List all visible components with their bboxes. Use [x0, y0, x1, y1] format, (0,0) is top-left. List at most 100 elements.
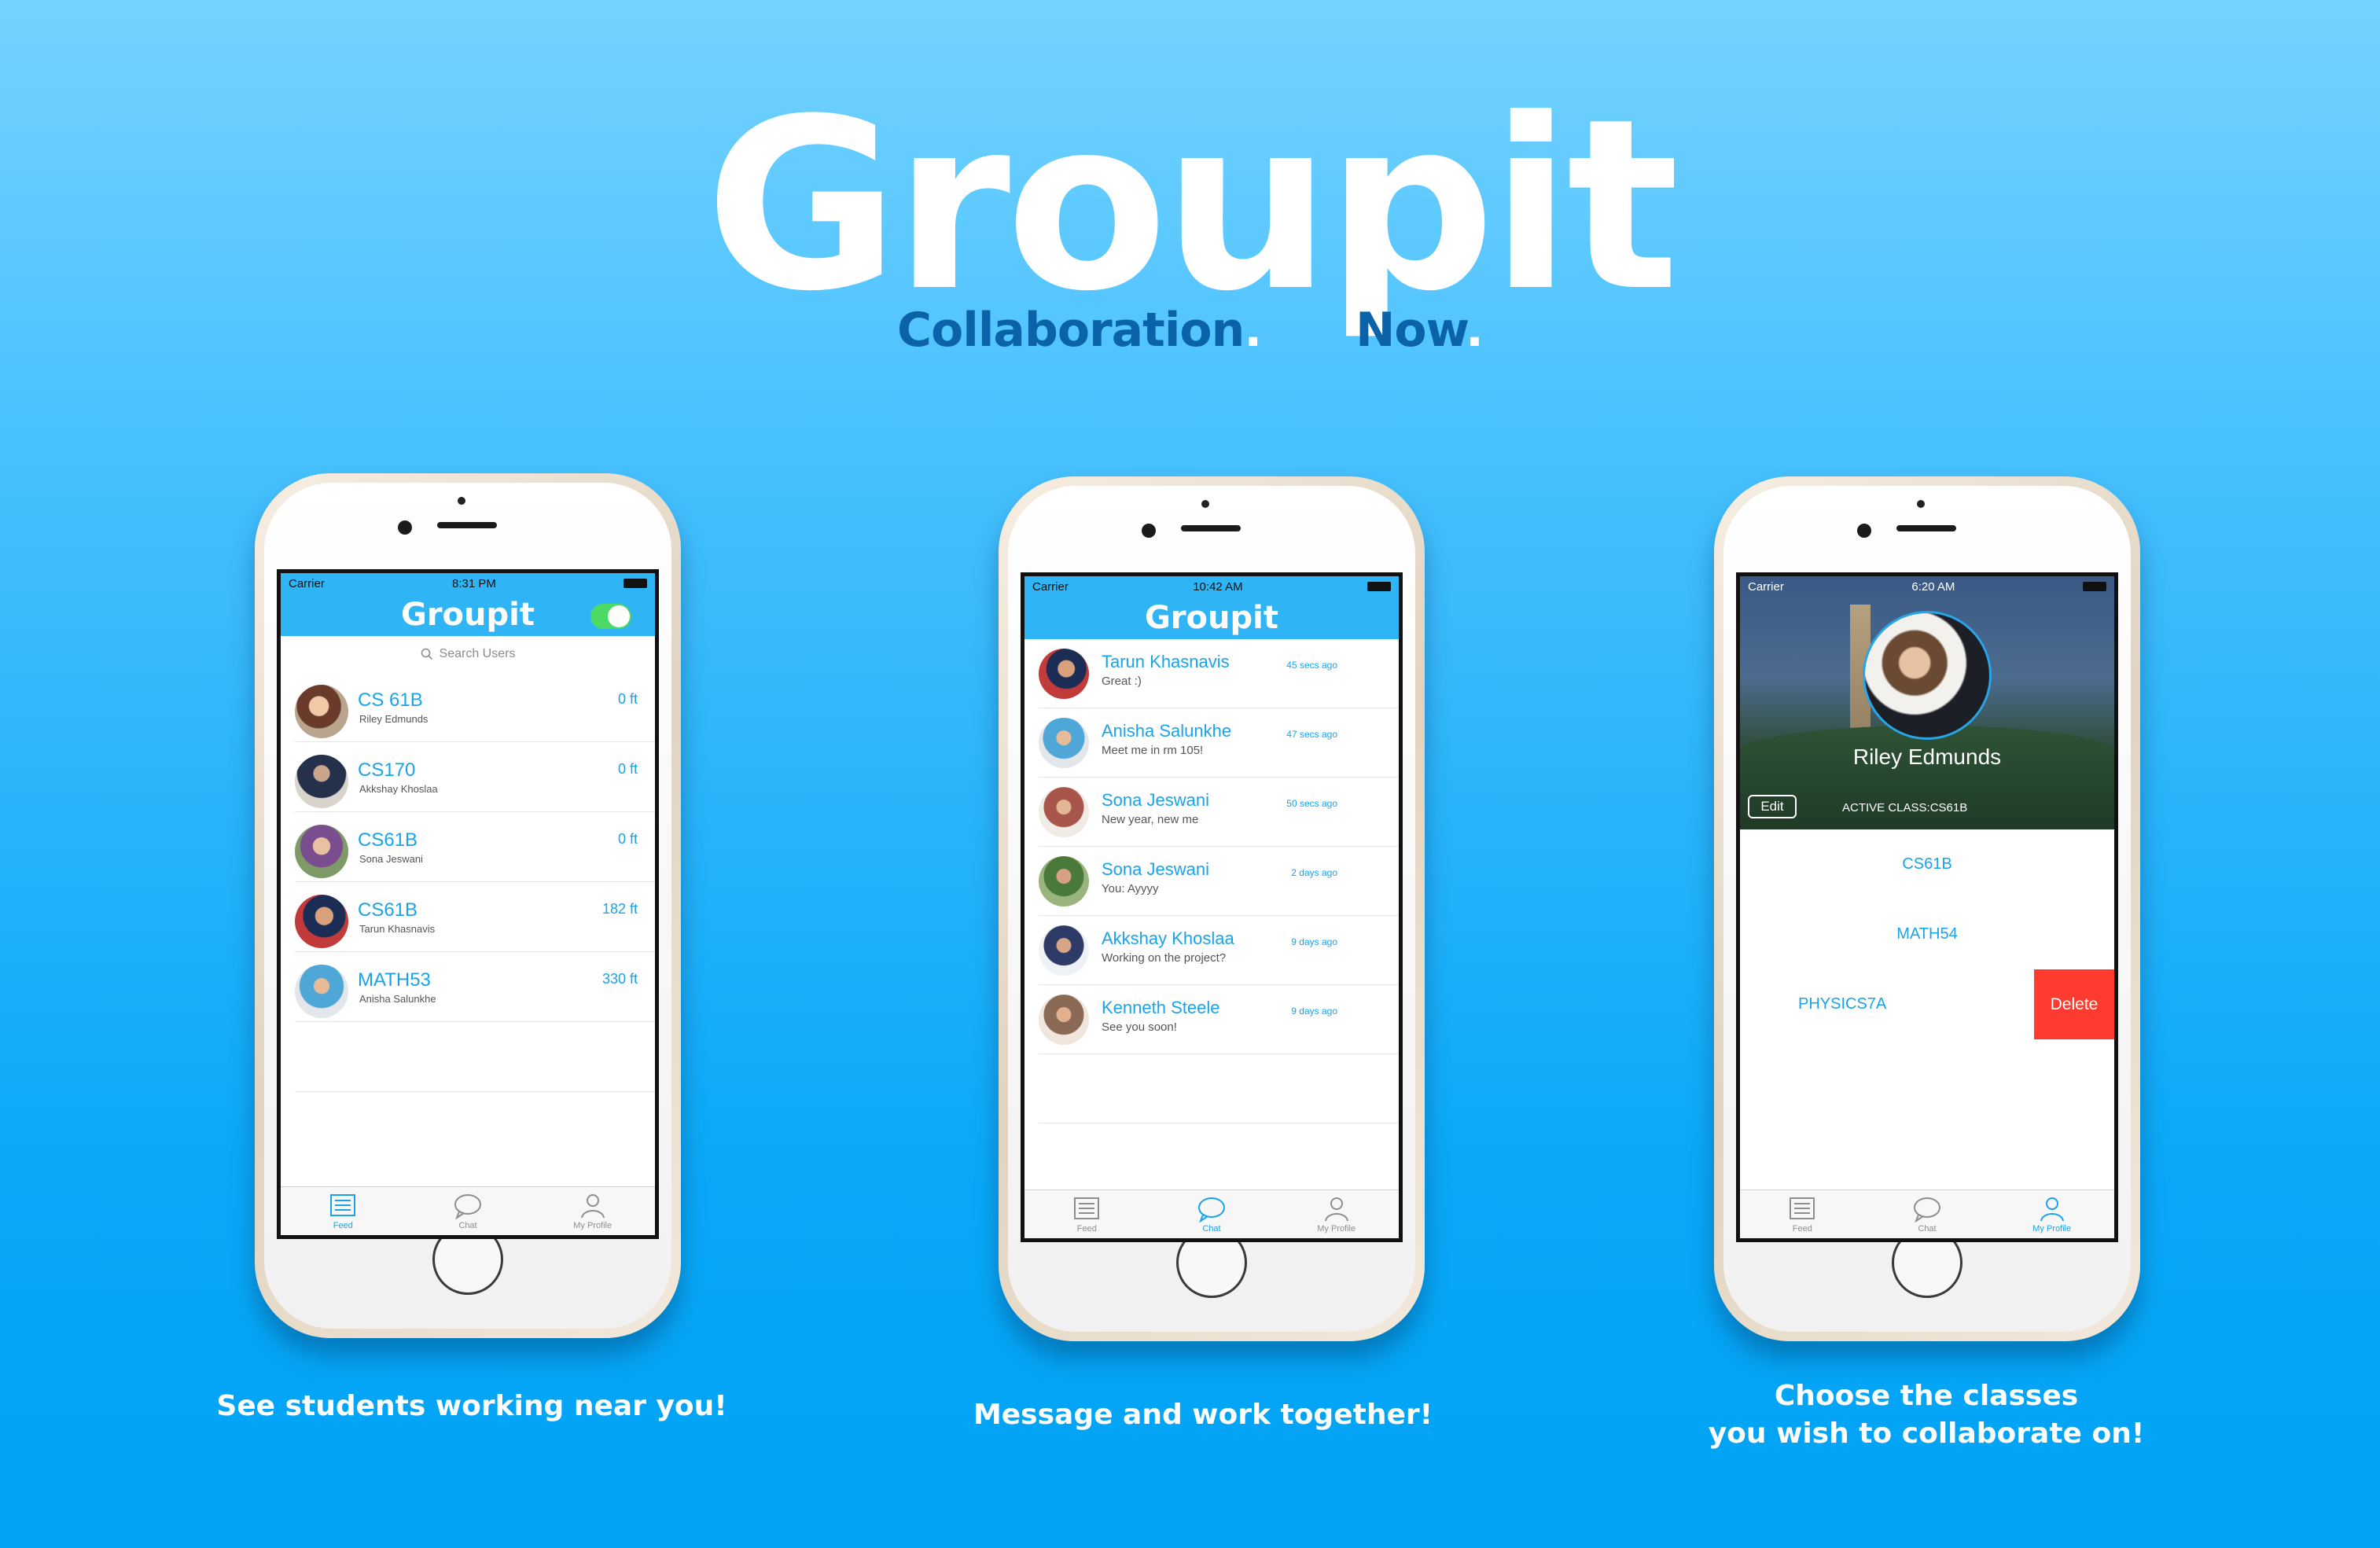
message-time: 47 secs ago — [1286, 729, 1337, 740]
last-message: Great :) — [1102, 675, 1142, 688]
student-name: Akkshay Khoslaa — [359, 783, 438, 795]
class-row[interactable]: MATH54 — [1740, 899, 2114, 969]
phone-camera — [1142, 524, 1156, 538]
avatar — [295, 825, 348, 878]
feed-row[interactable]: CS61B Sona Jeswani 0 ft — [295, 812, 655, 882]
phone-chat: Carrier 10:42 AM Groupit Tarun Khasnavis… — [999, 476, 1425, 1341]
tab-bar: Feed Chat My Profile — [1740, 1189, 2114, 1238]
tab-label: Chat — [1918, 1223, 1937, 1234]
avatar — [1039, 995, 1089, 1045]
feed-header: Carrier 8:31 PM Groupit — [281, 573, 655, 636]
tab-bar: Feed Chat My Profile — [1024, 1189, 1399, 1238]
student-name: Anisha Salunkhe — [359, 993, 436, 1005]
avatar — [295, 685, 348, 738]
carrier-label: Carrier — [1032, 579, 1069, 594]
avatar — [295, 965, 348, 1018]
feed-icon — [1074, 1197, 1100, 1219]
class-row[interactable]: PHYSICS7A Delete — [1740, 969, 2114, 1039]
class-name: CS61B — [1902, 855, 1952, 873]
avatar — [295, 895, 348, 948]
tab-feed[interactable]: Feed — [1740, 1190, 1865, 1238]
class-name: CS 61B — [358, 689, 423, 711]
profile-name: Riley Edmunds — [1852, 745, 2002, 769]
edit-button[interactable]: Edit — [1748, 795, 1797, 818]
profile-photo[interactable] — [1863, 611, 1992, 740]
tab-label: My Profile — [573, 1220, 612, 1230]
last-message: New year, new me — [1102, 813, 1199, 826]
phone-sensor — [1201, 500, 1209, 508]
caption-line: Choose the classes — [1774, 1380, 2079, 1412]
delete-button[interactable]: Delete — [2034, 969, 2114, 1039]
chat-row[interactable]: Anisha Salunkhe Meet me in rm 105! 47 se… — [1039, 708, 1399, 778]
tab-my-profile[interactable]: My Profile — [1989, 1190, 2114, 1238]
student-name: Tarun Khasnavis — [359, 923, 436, 935]
tab-bar: Feed Chat My Profile — [281, 1186, 655, 1235]
tab-label: Chat — [1202, 1223, 1221, 1234]
battery-icon — [2082, 582, 2106, 591]
chat-row[interactable]: Kenneth Steele See you soon! 9 days ago — [1039, 985, 1399, 1054]
last-message: Working on the project? — [1102, 951, 1227, 965]
contact-name: Tarun Khasnavis — [1102, 652, 1230, 671]
tab-feed[interactable]: Feed — [1024, 1190, 1150, 1238]
status-time: 8:31 PM — [451, 576, 496, 590]
class-row[interactable]: CS61B — [1740, 829, 2114, 899]
message-time: 45 secs ago — [1286, 660, 1337, 671]
availability-toggle[interactable] — [590, 604, 631, 629]
distance: 182 ft — [601, 901, 638, 917]
contact-name: Sona Jeswani — [1102, 859, 1209, 879]
contact-name: Sona Jeswani — [1102, 790, 1209, 810]
message-time: 50 secs ago — [1286, 798, 1337, 809]
empty-row — [295, 1022, 655, 1092]
tab-label: Feed — [1792, 1223, 1812, 1234]
tagline-collaboration: Collaboration — [897, 303, 1245, 358]
contact-name: Anisha Salunkhe — [1102, 721, 1232, 741]
last-message: You: Ayyyy — [1102, 882, 1159, 895]
tab-feed[interactable]: Feed — [281, 1187, 406, 1235]
active-class-label: ACTIVE CLASS:CS61B — [1842, 801, 1968, 814]
chat-row[interactable]: Sona Jeswani New year, new me 50 secs ag… — [1039, 778, 1399, 847]
feed-screen: Carrier 8:31 PM Groupit Search Users CS … — [277, 569, 659, 1239]
caption-feed: See students working near you! — [216, 1390, 727, 1422]
chat-row[interactable]: Akkshay Khoslaa Working on the project? … — [1039, 916, 1399, 985]
tab-label: Feed — [333, 1220, 353, 1230]
caption-profile: Choose the classes you wish to collabora… — [1628, 1377, 2225, 1453]
phone-camera — [398, 520, 412, 535]
brand-title: Groupit — [705, 68, 1679, 343]
message-time: 9 days ago — [1291, 1006, 1337, 1017]
phone-speaker — [437, 522, 497, 528]
avatar — [295, 755, 348, 808]
person-icon — [580, 1193, 605, 1218]
tab-label: Chat — [458, 1220, 477, 1230]
carrier-label: Carrier — [289, 576, 325, 590]
tab-chat[interactable]: Chat — [406, 1187, 531, 1235]
message-time: 9 days ago — [1291, 936, 1337, 947]
avatar — [1039, 925, 1089, 976]
phone-speaker — [1896, 525, 1956, 531]
tab-label: Feed — [1076, 1223, 1097, 1234]
distance: 0 ft — [617, 761, 638, 777]
feed-row[interactable]: MATH53 Anisha Salunkhe 330 ft — [295, 952, 655, 1022]
tab-my-profile[interactable]: My Profile — [1274, 1190, 1399, 1238]
brand-tagline: Collaboration. Now. — [0, 303, 2380, 358]
tagline-dot: . — [1466, 303, 1484, 358]
feed-row[interactable]: CS 61B Riley Edmunds 0 ft — [295, 672, 655, 742]
tab-chat[interactable]: Chat — [1150, 1190, 1275, 1238]
carrier-label: Carrier — [1748, 579, 1784, 594]
tagline-dot: . — [1244, 303, 1262, 358]
tab-chat[interactable]: Chat — [1865, 1190, 1990, 1238]
status-bar: Carrier 10:42 AM — [1024, 576, 1399, 597]
feed-row[interactable]: CS170 Akkshay Khoslaa 0 ft — [295, 742, 655, 812]
chat-row[interactable]: Sona Jeswani You: Ayyyy 2 days ago — [1039, 847, 1399, 916]
chat-row[interactable]: Tarun Khasnavis Great :) 45 secs ago — [1039, 639, 1399, 708]
chat-bubble-icon — [454, 1193, 481, 1219]
search-bar[interactable]: Search Users — [281, 636, 655, 672]
status-time: 10:42 AM — [1193, 579, 1243, 594]
status-bar: Carrier 6:20 AM — [1740, 576, 2114, 597]
tab-my-profile[interactable]: My Profile — [530, 1187, 655, 1235]
feed-row[interactable]: CS61B Tarun Khasnavis 182 ft — [295, 882, 655, 952]
battery-icon — [1367, 582, 1391, 591]
chat-header: Carrier 10:42 AM Groupit — [1024, 576, 1399, 639]
distance: 0 ft — [617, 831, 638, 847]
nav-bar: Groupit — [1024, 597, 1399, 639]
avatar — [1039, 718, 1089, 768]
